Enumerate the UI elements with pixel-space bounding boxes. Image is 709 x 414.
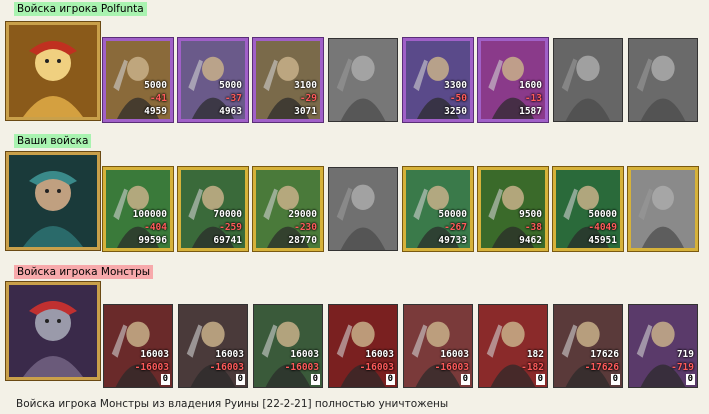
remaining-badge: 0	[535, 374, 545, 385]
unit-remaining: 1587	[519, 106, 542, 117]
unit-count: 16003	[140, 349, 169, 360]
unit-losses: -29	[299, 93, 317, 104]
mage-unit[interactable]: 1600 -13 1587	[478, 38, 548, 122]
unit-remaining: 28770	[288, 235, 317, 246]
unit-count: 17626	[590, 349, 619, 360]
unit-remaining: 3250	[444, 106, 467, 117]
orc-unit[interactable]: 16003 -16003 0	[253, 304, 323, 388]
unit-losses: -37	[224, 93, 242, 104]
unit-losses: -230	[294, 222, 317, 233]
fiend-unit[interactable]: 719 -719 0	[628, 304, 698, 388]
unit-losses: -41	[149, 93, 167, 104]
unit-losses: -267	[444, 222, 467, 233]
unit-count: 70000	[213, 209, 242, 220]
unit-remaining: 4959	[144, 106, 167, 117]
remaining-badge: 0	[685, 374, 695, 385]
unit-losses: -50	[449, 93, 467, 104]
remaining-badge: 0	[160, 374, 170, 385]
unit-losses: -16003	[359, 362, 394, 373]
hydra-unit[interactable]: 16003 -16003 0	[403, 304, 473, 388]
army-section-title: Войска игрока Монстры	[14, 265, 154, 279]
gargoyle-unit-gray[interactable]	[328, 167, 398, 251]
unit-remaining: 3071	[294, 106, 317, 117]
unit-losses: -17626	[584, 362, 619, 373]
elf-archer-unit[interactable]: 50000 -267 49733	[403, 167, 473, 251]
unit-remaining: 9462	[519, 235, 542, 246]
crossbowman-unit[interactable]: 3100 -29 3071	[253, 38, 323, 122]
swordsman-unit[interactable]: 5000 -37 4963	[178, 38, 248, 122]
unit-count: 50000	[588, 209, 617, 220]
knight-unit-gray[interactable]	[628, 38, 698, 122]
druid-unit[interactable]: 9500 -38 9462	[478, 167, 548, 251]
unit-count: 16003	[440, 349, 469, 360]
unit-count: 16003	[365, 349, 394, 360]
unit-losses: -16003	[209, 362, 244, 373]
spearman-unit[interactable]: 29000 -230 28770	[253, 167, 323, 251]
golem-unit[interactable]: 16003 -16003 0	[178, 304, 248, 388]
hero-ranger-portrait[interactable]	[6, 152, 100, 250]
demon-unit[interactable]: 16003 -16003 0	[103, 304, 173, 388]
unit-losses: -16003	[134, 362, 169, 373]
unit-losses: -719	[671, 362, 694, 373]
battle-result-text: Войска игрока Монстры из владения Руины …	[16, 398, 449, 410]
unit-losses: -13	[524, 93, 542, 104]
unit-count: 16003	[290, 349, 319, 360]
reaper-unit-gray[interactable]	[553, 38, 623, 122]
unit-count: 719	[676, 349, 694, 360]
unit-count: 1600	[519, 80, 542, 91]
unit-count: 182	[526, 349, 544, 360]
army-section-title: Ваши войска	[14, 134, 92, 148]
army-section-title: Войска игрока Polfunta	[14, 2, 147, 16]
beast-unit[interactable]: 5000 -41 4959	[103, 38, 173, 122]
hero-cavalier-portrait[interactable]	[6, 22, 100, 120]
unit-count: 5000	[219, 80, 242, 91]
unit-losses: -16003	[434, 362, 469, 373]
unit-losses: -259	[219, 222, 242, 233]
remaining-badge: 0	[610, 374, 620, 385]
unit-count: 100000	[132, 209, 167, 220]
unit-losses: -404	[144, 222, 167, 233]
devil-unit[interactable]: 16003 -16003 0	[328, 304, 398, 388]
remaining-badge: 0	[235, 374, 245, 385]
remaining-badge: 0	[460, 374, 470, 385]
griffin-unit-gray[interactable]	[328, 38, 398, 122]
treant-unit-gray[interactable]	[628, 167, 698, 251]
unit-count: 9500	[519, 209, 542, 220]
unit-losses: -182	[521, 362, 544, 373]
warrior-unit[interactable]: 70000 -259 69741	[178, 167, 248, 251]
unit-remaining: 49733	[438, 235, 467, 246]
wyrm-unit[interactable]: 17626 -17626 0	[553, 304, 623, 388]
remaining-badge: 0	[310, 374, 320, 385]
unit-count: 16003	[215, 349, 244, 360]
hero-werewolf-portrait[interactable]	[6, 282, 100, 380]
remaining-badge: 0	[385, 374, 395, 385]
unit-losses: -16003	[284, 362, 319, 373]
dragon-unit[interactable]: 182 -182 0	[478, 304, 548, 388]
unit-count: 5000	[144, 80, 167, 91]
unit-count: 3100	[294, 80, 317, 91]
archer-unit[interactable]: 3300 -50 3250	[403, 38, 473, 122]
unit-count: 50000	[438, 209, 467, 220]
unit-count: 3300	[444, 80, 467, 91]
unit-remaining: 4963	[219, 106, 242, 117]
unit-remaining: 45951	[588, 235, 617, 246]
dwarf-unit[interactable]: 100000 -404 99596	[103, 167, 173, 251]
guardian-unit[interactable]: 50000 -4049 45951	[553, 167, 623, 251]
unit-losses: -38	[524, 222, 542, 233]
unit-losses: -4049	[588, 222, 617, 233]
unit-remaining: 69741	[213, 235, 242, 246]
unit-count: 29000	[288, 209, 317, 220]
unit-remaining: 99596	[138, 235, 167, 246]
